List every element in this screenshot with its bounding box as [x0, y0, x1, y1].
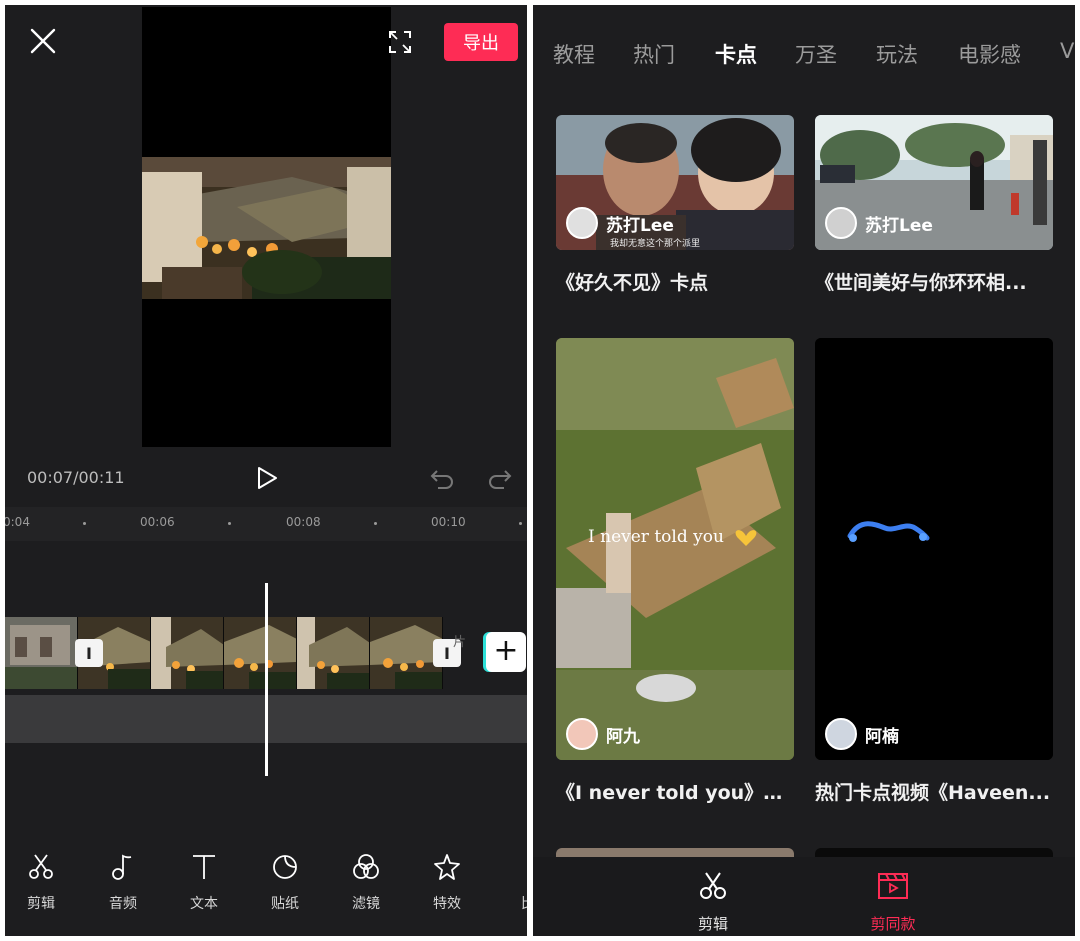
ruler-tick-label: 00:06 [140, 515, 175, 529]
ruler-tick-label: 00:10 [431, 515, 466, 529]
left-trim-handle[interactable]: I [75, 639, 103, 667]
template-title[interactable]: 《好久不见》卡点 [556, 268, 794, 295]
ruler-dot [228, 522, 231, 525]
tab-tutorial[interactable]: 教程 [553, 39, 595, 69]
author-name: 阿楠 [865, 726, 899, 747]
playhead[interactable] [265, 583, 268, 776]
editor-screen: 导出 00:07/00:11 0:04 00:06 00:08 00:10 I … [5, 5, 527, 936]
template-card[interactable]: I never told you 阿九 [556, 338, 794, 760]
video-preview[interactable] [142, 7, 391, 447]
bottom-nav: 剪辑 剪同款 [533, 857, 1075, 936]
scissors-icon [700, 872, 726, 899]
scissors-icon [11, 851, 71, 883]
tool-cut[interactable]: 剪辑 [11, 851, 71, 913]
template-title[interactable]: 《世间美好与你环环相... [815, 268, 1053, 295]
nav-label: 剪同款 [870, 915, 916, 933]
avatar [566, 718, 598, 750]
clip-thumbnail [297, 617, 370, 689]
clip-thumbnail [151, 617, 224, 689]
tool-label: 特效 [433, 896, 461, 912]
sticker-icon [255, 851, 315, 883]
avatar [825, 718, 857, 750]
tool-effects[interactable]: 特效 [417, 851, 477, 913]
ratio-icon [498, 851, 527, 883]
timeline-ruler[interactable]: 0:04 00:06 00:08 00:10 [5, 507, 527, 541]
tab-hot[interactable]: 热门 [633, 39, 675, 69]
ruler-tick-label: 0:04 [5, 515, 30, 529]
ruler-dot [519, 522, 522, 525]
template-title[interactable]: 《I never told you》模版 [556, 778, 794, 805]
time-readout: 00:07/00:11 [27, 468, 125, 487]
play-icon[interactable] [255, 465, 279, 491]
clapperboard-icon [878, 873, 908, 899]
undo-icon[interactable] [429, 467, 455, 491]
tool-label: 文本 [190, 896, 218, 912]
video-clip-track[interactable] [5, 617, 445, 689]
tab-gameplay[interactable]: 玩法 [876, 39, 918, 69]
template-author[interactable]: 阿楠 [825, 718, 899, 750]
avatar [566, 207, 598, 239]
subtitle-overlay: 我却无意这个那个派里 [610, 239, 701, 249]
template-author[interactable]: 阿九 [566, 718, 640, 750]
editor-toolbar: 剪辑 音频 文本 贴纸 滤镜 特效 [5, 851, 527, 921]
author-name: 阿九 [606, 726, 640, 747]
text-icon [174, 851, 234, 883]
tool-label: 贴纸 [271, 896, 299, 912]
export-button[interactable]: 导出 [444, 23, 518, 61]
redo-icon[interactable] [487, 467, 513, 491]
clip-label-faded: 片 [453, 635, 467, 650]
filter-icon [336, 851, 396, 883]
tab-beat-sync[interactable]: 卡点 [715, 39, 757, 69]
tool-label: 比 [498, 893, 527, 913]
category-tabs: 教程 热门 卡点 万圣 玩法 电影感 V [533, 35, 1075, 75]
avatar [825, 207, 857, 239]
template-thumbnail [815, 338, 1053, 760]
clip-thumbnail [5, 617, 78, 689]
template-screen: 教程 热门 卡点 万圣 玩法 电影感 V 苏打Lee 我却无意这个那个派里 《好… [533, 5, 1075, 936]
preview-frame-image [142, 157, 391, 299]
nav-edit[interactable]: 剪辑 [673, 871, 753, 934]
tool-audio[interactable]: 音频 [93, 851, 153, 913]
add-clip-button[interactable]: + [486, 632, 526, 672]
nav-label: 剪辑 [697, 915, 728, 933]
template-author[interactable]: 苏打Lee [825, 207, 933, 239]
tool-label: 剪辑 [27, 896, 55, 912]
template-card[interactable]: 苏打Lee [815, 115, 1053, 250]
template-card[interactable]: 苏打Lee 我却无意这个那个派里 [556, 115, 794, 250]
clip-thumbnail [224, 617, 297, 689]
tool-filter[interactable]: 滤镜 [336, 851, 396, 913]
ruler-dot [83, 522, 86, 525]
tab-halloween[interactable]: 万圣 [795, 39, 837, 69]
author-name: 苏打Lee [606, 215, 674, 236]
ruler-dot [374, 522, 377, 525]
effects-star-icon [417, 851, 477, 883]
tool-sticker[interactable]: 贴纸 [255, 851, 315, 913]
template-author[interactable]: 苏打Lee [566, 207, 674, 239]
tool-label: 音频 [109, 896, 137, 912]
tool-label: 滤镜 [352, 896, 380, 912]
svg-text:I never told you: I never told you [588, 527, 724, 547]
close-icon[interactable] [29, 27, 57, 55]
tab-cinematic[interactable]: 电影感 [958, 39, 1021, 69]
template-title[interactable]: 热门卡点视频《Haveen... [815, 778, 1053, 805]
tool-text[interactable]: 文本 [174, 851, 234, 913]
tab-v[interactable]: V [1060, 39, 1074, 63]
nav-templates[interactable]: 剪同款 [853, 871, 933, 934]
author-name: 苏打Lee [865, 215, 933, 236]
ruler-tick-label: 00:08 [286, 515, 321, 529]
template-thumbnail: I never told you [556, 338, 794, 760]
template-card[interactable]: 阿楠 [815, 338, 1053, 760]
tool-ratio[interactable]: 比 [498, 851, 527, 913]
fullscreen-icon[interactable] [387, 29, 413, 55]
music-note-icon [93, 851, 153, 883]
